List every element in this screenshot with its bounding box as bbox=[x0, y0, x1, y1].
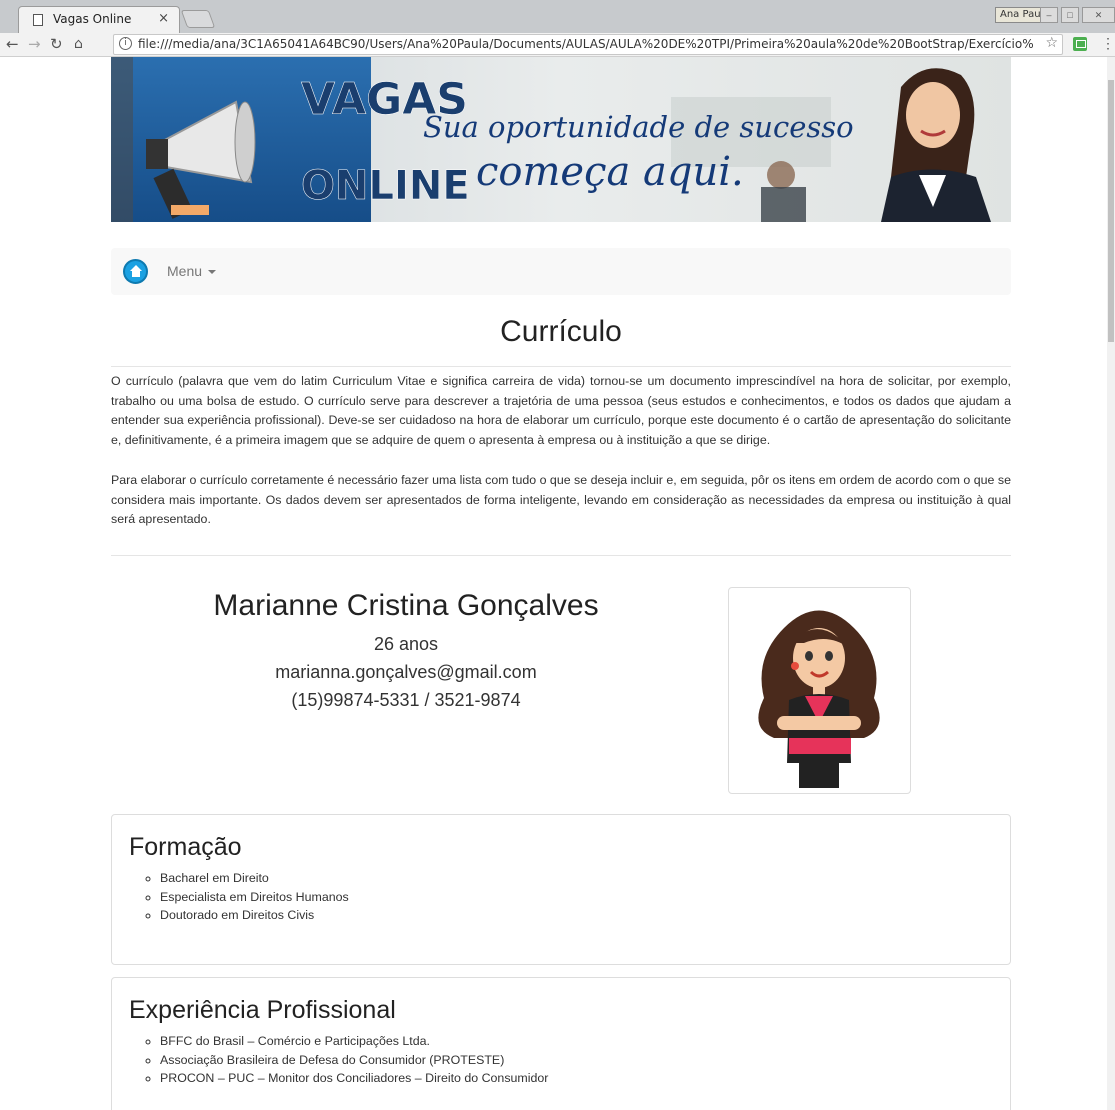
profile-photo bbox=[728, 587, 911, 794]
extension-icon[interactable] bbox=[1073, 37, 1087, 51]
browser-tab-strip: Vagas Online × Ana Paula – □ ✕ bbox=[0, 0, 1115, 33]
browser-tab[interactable]: Vagas Online × bbox=[18, 6, 180, 33]
navbar: Menu bbox=[111, 248, 1011, 295]
list-item: Associação Brasileira de Defesa do Consu… bbox=[160, 1051, 548, 1070]
banner-image: VAGAS ONLINE Sua oportunidade de sucesso… bbox=[111, 57, 1011, 222]
divider bbox=[111, 366, 1011, 367]
url-text[interactable]: file:///media/ana/3C1A65041A64BC90/Users… bbox=[138, 37, 1033, 51]
experience-list: BFFC do Brasil – Comércio e Participaçõe… bbox=[160, 1032, 548, 1088]
list-item: Especialista em Direitos Humanos bbox=[160, 888, 349, 907]
forward-icon[interactable]: → bbox=[28, 35, 41, 53]
tab-title: Vagas Online bbox=[53, 12, 132, 26]
caret-down-icon bbox=[208, 270, 217, 275]
back-icon[interactable]: ← bbox=[6, 35, 19, 53]
profile-name: Marianne Cristina Gonçalves bbox=[213, 589, 599, 622]
menu-dropdown-toggle[interactable]: Menu bbox=[167, 263, 217, 279]
maximize-button[interactable]: □ bbox=[1061, 7, 1079, 23]
experience-heading: Experiência Profissional bbox=[129, 996, 396, 1024]
address-bar[interactable]: i file:///media/ana/3C1A65041A64BC90/Use… bbox=[113, 34, 1063, 55]
profile-age: 26 anos bbox=[373, 634, 439, 654]
page-title: Currículo bbox=[500, 315, 622, 348]
slogan-line1: Sua oportunidade de sucesso bbox=[423, 110, 854, 144]
divider bbox=[111, 555, 1011, 556]
list-item: Doutorado em Direitos Civis bbox=[160, 906, 349, 925]
new-tab-button[interactable] bbox=[180, 10, 216, 28]
list-item: Bacharel em Direito bbox=[160, 869, 349, 888]
education-heading: Formação bbox=[129, 833, 242, 861]
browser-menu-icon[interactable]: ⋮ bbox=[1101, 35, 1115, 52]
header-banner: VAGAS ONLINE Sua oportunidade de sucesso… bbox=[111, 57, 1011, 222]
list-item: BFFC do Brasil – Comércio e Participaçõe… bbox=[160, 1032, 548, 1051]
tab-close-icon[interactable]: × bbox=[158, 11, 169, 26]
menu-label: Menu bbox=[167, 263, 203, 279]
intro-paragraph-2: Para elaborar o currículo corretamente é… bbox=[111, 473, 1011, 526]
reload-icon[interactable]: ↻ bbox=[50, 35, 63, 53]
scrollbar-thumb[interactable] bbox=[1108, 80, 1114, 342]
avatar bbox=[758, 610, 880, 788]
info-icon[interactable]: i bbox=[119, 37, 132, 50]
profile-info: Marianne Cristina Gonçalves 26 anos mari… bbox=[111, 586, 701, 714]
browser-toolbar: ← → ↻ ⌂ i file:///media/ana/3C1A65041A64… bbox=[0, 33, 1115, 57]
list-item: PROCON – PUC – Monitor dos Conciliadores… bbox=[160, 1069, 548, 1088]
profile-phone: (15)99874-5331 / 3521-9874 bbox=[291, 690, 521, 710]
home-browser-icon[interactable]: ⌂ bbox=[74, 36, 83, 52]
experience-panel: Experiência Profissional BFFC do Brasil … bbox=[111, 977, 1011, 1110]
page-icon bbox=[33, 14, 43, 26]
education-list: Bacharel em Direito Especialista em Dire… bbox=[160, 869, 349, 925]
profile-email: marianna.gonçalves@gmail.com bbox=[275, 662, 537, 682]
bookmark-star-icon[interactable]: ☆ bbox=[1045, 35, 1058, 51]
logo-word-online: ONLINE bbox=[301, 163, 470, 209]
minimize-button[interactable]: – bbox=[1040, 7, 1058, 23]
home-icon[interactable] bbox=[123, 259, 148, 284]
education-panel: Formação Bacharel em Direito Especialist… bbox=[111, 814, 1011, 965]
close-window-button[interactable]: ✕ bbox=[1082, 7, 1115, 23]
intro-paragraph-1: O currículo (palavra que vem do latim Cu… bbox=[111, 374, 1011, 447]
slogan-line2: começa aqui. bbox=[476, 149, 744, 195]
